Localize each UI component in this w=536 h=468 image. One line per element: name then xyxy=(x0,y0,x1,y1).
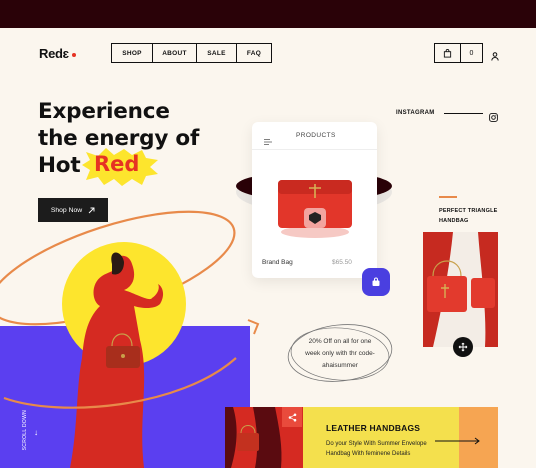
shopping-bag-icon xyxy=(372,277,380,286)
promo-text: 20% Off on all for one week only with th… xyxy=(290,328,390,384)
brand-name: Redɛ xyxy=(39,46,69,61)
products-card-title: PRODUCTS xyxy=(296,132,336,139)
brand-logo[interactable]: Redɛ xyxy=(39,46,76,61)
share-icon[interactable] xyxy=(282,407,302,427)
instagram-icon[interactable] xyxy=(489,109,498,127)
user-icon[interactable] xyxy=(491,48,499,66)
feature-label-line-2: HANDBAG xyxy=(439,218,469,224)
banner-title: LEATHER HANDBAGS xyxy=(326,423,421,433)
cart-count: 0 xyxy=(469,49,474,57)
arrow-right-icon[interactable] xyxy=(435,437,481,445)
orange-orbit-line-front xyxy=(3,319,260,409)
page: Redɛ SHOP ABOUT SALE FAQ 0 Experience th… xyxy=(0,28,536,468)
leather-handbags-banner[interactable]: LEATHER HANDBAGS Do your Style With Summ… xyxy=(225,407,498,468)
banner-desc-line-2: Handbag With feminene Details xyxy=(326,451,411,457)
banner-description: Do your Style With Summer Envelope Handb… xyxy=(326,439,427,459)
instagram-divider xyxy=(444,113,483,114)
scroll-down-label[interactable]: SCROLL DOWN xyxy=(22,410,28,450)
nav-item-shop[interactable]: SHOP xyxy=(112,44,153,62)
feature-label: PERFECT TRIANGLE HANDBAG xyxy=(439,206,498,226)
shopping-bag-icon xyxy=(435,44,461,62)
hero-highlight-word: Red xyxy=(94,152,140,176)
menu-icon[interactable] xyxy=(264,132,272,150)
promo-line-1: 20% Off on all for one xyxy=(308,338,372,345)
product-name: Brand Bag xyxy=(262,259,293,266)
promo-line-2: week only with thr code- xyxy=(305,350,375,357)
top-bar xyxy=(0,0,536,28)
add-to-cart-button[interactable] xyxy=(362,268,390,296)
instagram-label[interactable]: INSTAGRAM xyxy=(396,110,435,116)
feature-accent-line xyxy=(439,196,457,198)
arrow-down-icon: ↓ xyxy=(34,428,38,437)
banner-desc-line-1: Do your Style With Summer Envelope xyxy=(326,441,427,447)
logo-dot xyxy=(71,53,76,57)
promo-line-3: ahaisummer xyxy=(322,362,358,369)
red-handbag-image[interactable] xyxy=(272,168,358,240)
nav-item-sale[interactable]: SALE xyxy=(197,44,237,62)
move-icon[interactable] xyxy=(453,337,473,357)
nav-item-faq[interactable]: FAQ xyxy=(237,44,271,62)
hero-line-1: Experience xyxy=(38,99,170,124)
nav-item-about[interactable]: ABOUT xyxy=(153,44,197,62)
product-price: $65.50 xyxy=(332,259,352,266)
feature-label-line-1: PERFECT TRIANGLE xyxy=(439,208,498,214)
main-nav: SHOP ABOUT SALE FAQ xyxy=(111,43,272,63)
cart-button[interactable]: 0 xyxy=(434,43,483,63)
products-card: PRODUCTS Brand Bag $65.50 xyxy=(252,122,377,278)
triangle-handbag-photo[interactable] xyxy=(423,232,498,347)
banner-text-block: LEATHER HANDBAGS Do your Style With Summ… xyxy=(303,407,480,468)
